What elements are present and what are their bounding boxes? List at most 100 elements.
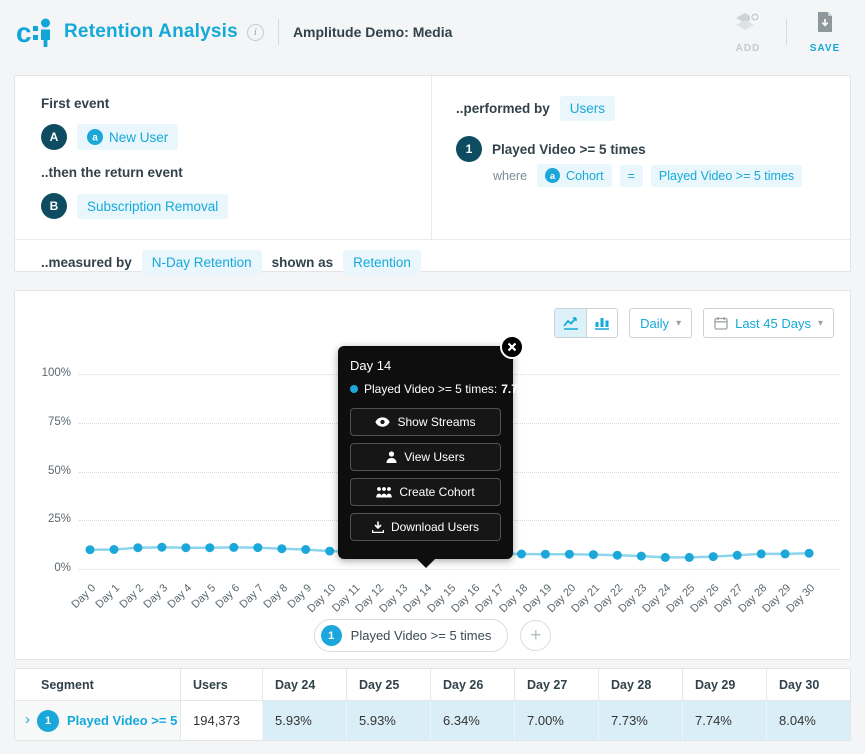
column-header-day28: Day 28 — [598, 669, 682, 700]
results-table-panel: Segment Users Day 24 Day 25 Day 26 Day 2… — [14, 668, 851, 741]
data-point[interactable] — [541, 550, 550, 559]
row-segment-label: Played Video >= 5 t... — [67, 713, 180, 728]
svg-text:a: a — [550, 171, 556, 181]
data-point[interactable] — [205, 543, 214, 552]
shown-as-pill[interactable]: Retention — [343, 250, 421, 275]
data-point[interactable] — [661, 553, 670, 562]
page-title: Retention Analysis — [64, 21, 238, 43]
tooltip-close-button[interactable] — [500, 335, 524, 359]
interval-dropdown[interactable]: Daily ▾ — [629, 308, 692, 338]
where-property-pill[interactable]: a Cohort — [537, 164, 612, 187]
line-chart-toggle[interactable] — [555, 309, 586, 337]
expand-row-chevron-icon[interactable]: › — [25, 711, 30, 728]
x-axis-tick-label: Day 6 — [213, 582, 242, 611]
data-point[interactable] — [757, 549, 766, 558]
chevron-down-icon: ▾ — [818, 318, 823, 329]
data-point[interactable] — [733, 551, 742, 560]
data-point[interactable] — [133, 543, 142, 552]
performed-by-pill[interactable]: Users — [560, 96, 615, 121]
column-header-day25: Day 25 — [346, 669, 430, 700]
cohort-group-icon — [376, 486, 392, 498]
data-point[interactable] — [637, 552, 646, 561]
series-dot-icon — [350, 385, 358, 393]
data-point[interactable] — [325, 547, 334, 556]
info-icon[interactable]: i — [247, 24, 264, 41]
add-button[interactable]: ADD — [724, 11, 772, 54]
date-range-dropdown[interactable]: Last 45 Days ▾ — [703, 308, 834, 338]
project-name: Amplitude Demo: Media — [293, 24, 452, 40]
app-logo-icon: c — [16, 16, 54, 48]
where-label: where — [493, 169, 527, 183]
x-axis-tick-label: Day 4 — [166, 582, 195, 611]
table-row: › 1 Played Video >= 5 t... 194,373 5.93%… — [15, 701, 850, 740]
chart-toolbar: Daily ▾ Last 45 Days ▾ — [554, 308, 834, 338]
chart-tooltip: Day 14 Played Video >= 5 times: 7.75% Sh… — [338, 346, 513, 559]
download-icon — [372, 521, 384, 533]
svg-text:c: c — [16, 17, 32, 48]
save-button[interactable]: SAVE — [801, 11, 849, 54]
x-axis-tick-label: Day 1 — [94, 582, 123, 611]
data-point[interactable] — [709, 552, 718, 561]
create-cohort-label: Create Cohort — [399, 485, 474, 499]
segment-cell[interactable]: › 1 Played Video >= 5 t... — [15, 701, 180, 740]
data-point[interactable] — [157, 543, 166, 552]
events-section: First event A a New User ..then the retu… — [15, 76, 432, 239]
view-users-label: View Users — [404, 450, 464, 464]
data-point[interactable] — [277, 544, 286, 553]
new-user-icon: a — [87, 129, 103, 145]
day27-cell[interactable]: 7.00% — [514, 701, 598, 740]
data-point[interactable] — [613, 551, 622, 560]
download-users-button[interactable]: Download Users — [350, 513, 501, 541]
day30-cell[interactable]: 8.04% — [766, 701, 850, 740]
x-axis-tick-label: Day 3 — [142, 582, 171, 611]
event-b-pill[interactable]: Subscription Removal — [77, 194, 228, 219]
definition-panel: First event A a New User ..then the retu… — [14, 75, 851, 272]
show-streams-label: Show Streams — [397, 415, 475, 429]
show-streams-button[interactable]: Show Streams — [350, 408, 501, 436]
date-range-value: Last 45 Days — [735, 316, 811, 331]
data-point[interactable] — [86, 545, 95, 554]
data-point[interactable] — [685, 553, 694, 562]
data-point[interactable] — [517, 550, 526, 559]
data-point[interactable] — [805, 549, 814, 558]
day24-cell[interactable]: 5.93% — [262, 701, 346, 740]
day29-cell[interactable]: 7.74% — [682, 701, 766, 740]
x-axis-tick-label: Day 8 — [261, 582, 290, 611]
users-cell: 194,373 — [180, 701, 262, 740]
event-a-pill[interactable]: a New User — [77, 124, 178, 150]
data-point[interactable] — [565, 550, 574, 559]
data-point[interactable] — [253, 543, 262, 552]
data-point[interactable] — [781, 549, 790, 558]
column-header-users: Users — [180, 669, 262, 700]
day28-cell[interactable]: 7.73% — [598, 701, 682, 740]
x-axis-tick-label: Day 7 — [237, 582, 266, 611]
data-point[interactable] — [110, 545, 119, 554]
legend-series-pill[interactable]: 1 Played Video >= 5 times — [314, 619, 509, 652]
user-icon — [386, 451, 397, 463]
save-button-label: SAVE — [810, 43, 841, 54]
chevron-down-icon: ▾ — [676, 318, 681, 329]
tooltip-title: Day 14 — [350, 358, 501, 373]
create-cohort-button[interactable]: Create Cohort — [350, 478, 501, 506]
event-b-label: Subscription Removal — [87, 199, 218, 214]
event-a-badge: A — [41, 124, 67, 150]
add-button-label: ADD — [736, 43, 761, 54]
y-axis-tick-label: 100% — [23, 367, 71, 379]
data-point[interactable] — [181, 543, 190, 552]
download-users-label: Download Users — [391, 520, 479, 534]
data-point[interactable] — [301, 545, 310, 554]
data-point[interactable] — [589, 550, 598, 559]
bar-chart-toggle[interactable] — [586, 309, 617, 337]
chart-type-toggle — [554, 308, 618, 338]
add-series-button[interactable]: + — [520, 620, 551, 651]
interval-value: Daily — [640, 316, 669, 331]
where-operator-pill[interactable]: = — [620, 165, 643, 187]
day25-cell[interactable]: 5.93% — [346, 701, 430, 740]
header-divider — [278, 19, 279, 45]
measured-by-label: ..measured by — [41, 255, 132, 270]
day26-cell[interactable]: 6.34% — [430, 701, 514, 740]
measured-by-pill[interactable]: N-Day Retention — [142, 250, 262, 275]
view-users-button[interactable]: View Users — [350, 443, 501, 471]
where-value-pill[interactable]: Played Video >= 5 times — [651, 165, 802, 187]
data-point[interactable] — [229, 543, 238, 552]
